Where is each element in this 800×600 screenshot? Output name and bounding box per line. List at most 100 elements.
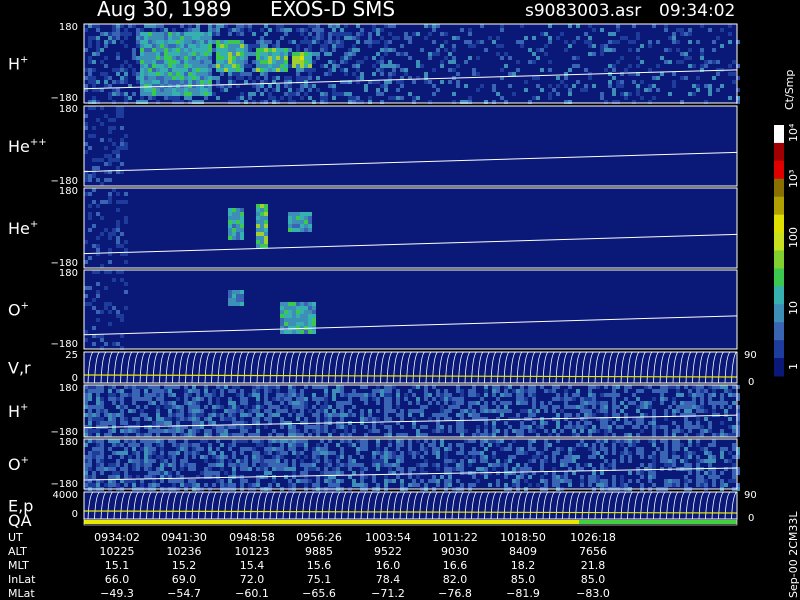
axis-tick-right-top: 90 xyxy=(744,350,757,361)
axis-tick-right-bottom: 0 xyxy=(748,377,754,388)
panel-label: H+ xyxy=(8,402,28,421)
colorbar-swatch xyxy=(774,196,784,216)
colorbar-swatch xyxy=(774,322,784,341)
panel-label: V,r xyxy=(8,359,31,378)
colorbar-label: 1 xyxy=(787,363,800,370)
axis-tick-top: 180 xyxy=(59,22,78,33)
ephemeris-value: 9030 xyxy=(441,545,469,558)
colorbar-title: Ct/Smp xyxy=(783,70,796,110)
colorbar-label: 100 xyxy=(787,227,800,248)
panel-o-plus-2: O+ 180 −180 xyxy=(8,437,740,491)
axis-tick-bottom: −180 xyxy=(51,479,78,490)
ephemeris-row-label: MLat xyxy=(8,587,35,600)
colorbar: 1 10 100 10³ 10⁴ xyxy=(774,123,800,377)
ephemeris-value: 1011:22 xyxy=(432,531,478,544)
footer-note: Sep-00 2CM33L xyxy=(787,511,800,598)
colorbar-swatch xyxy=(774,286,784,305)
ephemeris-value: 75.1 xyxy=(307,573,332,586)
axis-tick-top: 180 xyxy=(59,383,78,394)
header-time: 09:34:02 xyxy=(659,1,735,21)
panel-vr: V,r250900 xyxy=(8,350,757,388)
ephemeris-row-label: MLT xyxy=(8,559,29,572)
colorbar-swatch xyxy=(774,232,784,251)
ephemeris-value: 69.0 xyxy=(172,573,197,586)
ephemeris-value: 0941:30 xyxy=(161,531,207,544)
axis-tick-top: 180 xyxy=(59,437,78,448)
ephemeris-value: 18.2 xyxy=(511,559,536,572)
panel-background xyxy=(84,188,737,268)
colorbar-swatch xyxy=(774,178,784,198)
qa-segment-yellow xyxy=(84,520,579,524)
ephemeris-value: 15.4 xyxy=(240,559,265,572)
ephemeris-value: −49.3 xyxy=(100,587,134,600)
ephemeris-value: 0934:02 xyxy=(94,531,140,544)
panel-group: H+180−180He++180−180He+180−180O+180−180V… xyxy=(8,22,757,526)
ephemeris-value: −71.2 xyxy=(371,587,405,600)
ephemeris-value: 85.0 xyxy=(581,573,606,586)
colorbar-swatch xyxy=(774,250,784,269)
ephemeris-row-label: ALT xyxy=(8,545,27,558)
ephemeris-value: 16.0 xyxy=(376,559,401,572)
ephemeris-value: −76.8 xyxy=(438,587,472,600)
colorbar-label: 10 xyxy=(787,301,800,315)
qa-label: QA xyxy=(8,511,32,530)
axis-tick-bottom: −180 xyxy=(51,339,78,350)
panel-label-sup: + xyxy=(30,219,38,230)
panel-label: O+ xyxy=(8,301,29,320)
axis-tick-right-bottom: 0 xyxy=(748,513,754,524)
ephemeris-value: 1018:50 xyxy=(500,531,546,544)
colorbar-swatch xyxy=(774,214,784,234)
ephemeris-value: 15.6 xyxy=(307,559,332,572)
ephemeris-value: −65.6 xyxy=(302,587,336,600)
ephemeris-value: 21.8 xyxy=(581,559,606,572)
panel-he-plus: He+180−180 xyxy=(8,186,738,269)
ephemeris-value: 9522 xyxy=(374,545,402,558)
axis-tick-top: 25 xyxy=(65,350,78,361)
axis-tick-top: 4000 xyxy=(53,490,78,501)
ephemeris-value: −54.7 xyxy=(167,587,201,600)
colorbar-swatch xyxy=(774,358,784,377)
ephemeris-value: 82.0 xyxy=(443,573,468,586)
panel-label-sup: + xyxy=(21,455,29,466)
axis-tick-bottom: −180 xyxy=(51,93,78,104)
ephemeris-value: 9885 xyxy=(305,545,333,558)
spectrogram-figure: Aug 30, 1989 EXOS-D SMS s9083003.asr 09:… xyxy=(8,0,800,600)
panel-label: H+ xyxy=(8,55,28,74)
ephemeris-value: 10123 xyxy=(235,545,270,558)
axis-tick-top: 180 xyxy=(59,104,78,115)
colorbar-swatch xyxy=(774,142,784,162)
ephemeris-value: 85.0 xyxy=(511,573,536,586)
panel-label-sup: + xyxy=(20,55,28,66)
ephemeris-value: −83.0 xyxy=(576,587,610,600)
panel-he-plus-plus: He++180−180 xyxy=(8,104,738,187)
ephemeris-value: 78.4 xyxy=(376,573,401,586)
header-date: Aug 30, 1989 xyxy=(97,0,231,21)
panel-h-plus: H+ 180 −180 xyxy=(8,22,740,104)
colorbar-label: 10³ xyxy=(787,170,800,188)
ephemeris-value: 8409 xyxy=(509,545,537,558)
ephemeris-value: 1003:54 xyxy=(365,531,411,544)
colorbar-swatch xyxy=(774,125,784,144)
ephemeris-value: 0948:58 xyxy=(229,531,275,544)
qa-segment-green xyxy=(579,520,737,524)
panel-label-sup: ++ xyxy=(30,137,47,148)
colorbar-swatch xyxy=(774,340,784,359)
panel-label-sup: + xyxy=(20,402,28,413)
colorbar-label: 10⁴ xyxy=(787,123,800,142)
panel-background xyxy=(84,106,737,186)
ephemeris-value: 1026:18 xyxy=(570,531,616,544)
ephemeris-value: −60.1 xyxy=(235,587,269,600)
colorbar-swatch xyxy=(774,304,784,323)
axis-tick-bottom: 0 xyxy=(72,509,78,520)
ephemeris-value: 72.0 xyxy=(240,573,265,586)
ephemeris-value: 7656 xyxy=(579,545,607,558)
qa-bar xyxy=(83,518,738,526)
panel-h-plus-2: H+180−180 xyxy=(8,383,740,438)
ephemeris-value: 15.2 xyxy=(172,559,197,572)
ephemeris-table: UT 0934:02 0941:30 0948:58 0956:26 1003:54 101… xyxy=(8,531,616,600)
header-instrument: EXOS-D SMS xyxy=(270,0,395,21)
panel-o-plus: O+ 180 −180 xyxy=(8,268,738,350)
axis-tick-top: 180 xyxy=(59,268,78,279)
ephemeris-value: 16.6 xyxy=(443,559,468,572)
ephemeris-value: 15.1 xyxy=(105,559,130,572)
